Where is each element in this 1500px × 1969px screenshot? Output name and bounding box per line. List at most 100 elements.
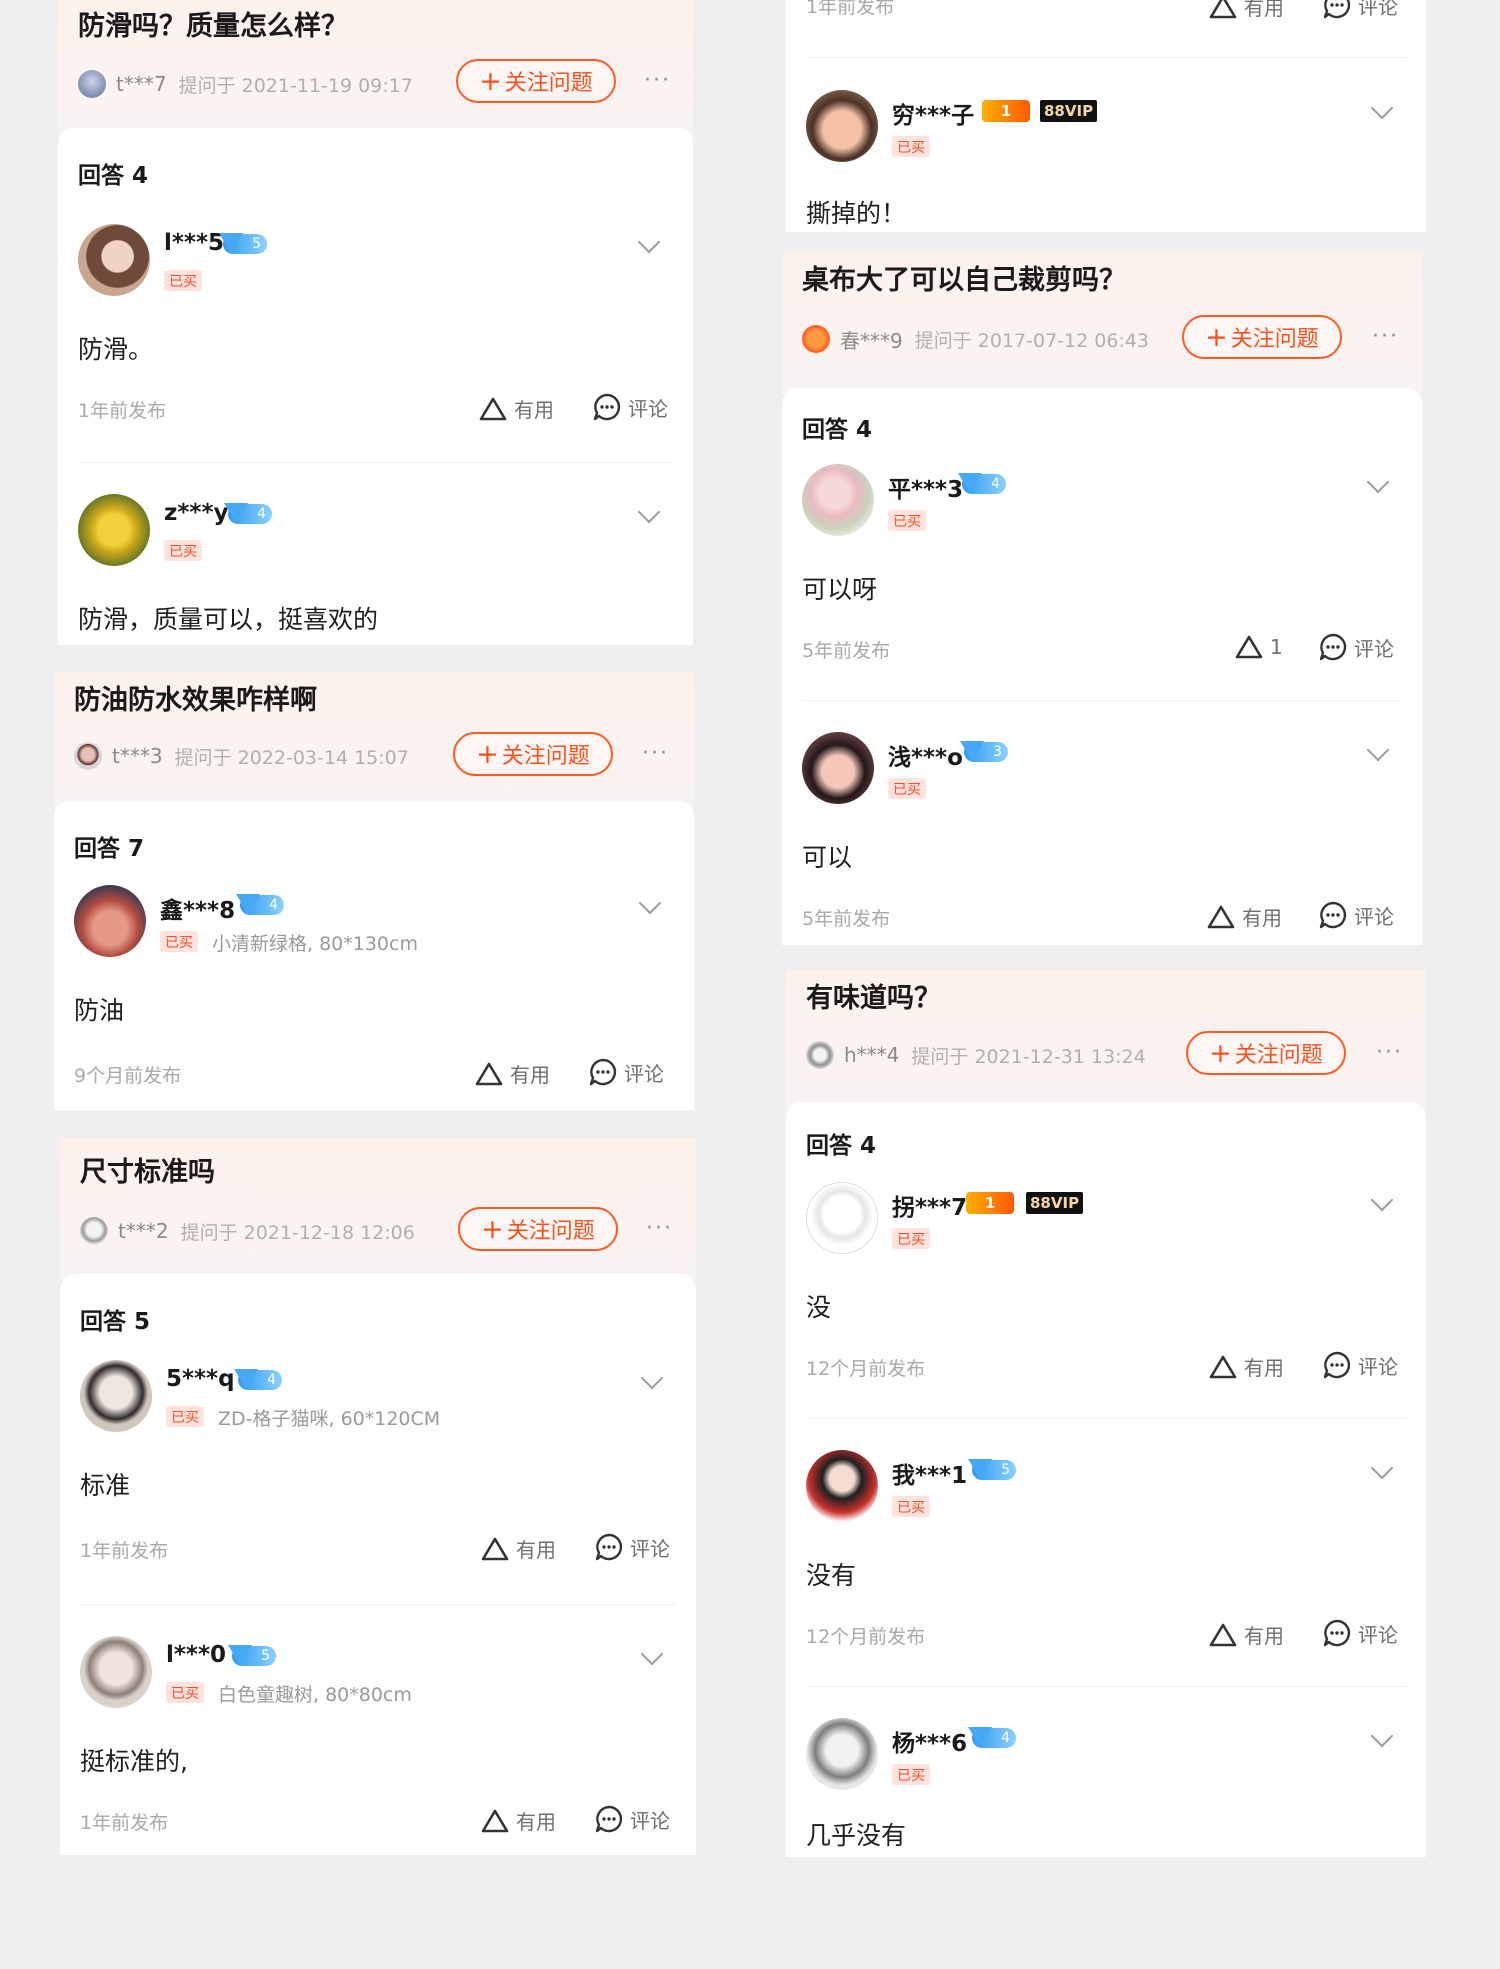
level-badge: 4 <box>234 1369 282 1390</box>
answer-item: l***0 5 已买 白色童趣树, 80*80cm 挺标准的, 1年前发布 有用… <box>60 1636 696 1836</box>
plus-icon: + <box>1209 1037 1232 1069</box>
comment-button[interactable]: 评论 <box>1318 900 1394 930</box>
answers-panel: 回答 4 l***5 5 已买 防滑。 1年前发布 有用 评论 z***y 4 … <box>58 128 693 645</box>
comment-button[interactable]: 评论 <box>592 392 668 422</box>
follow-question-button[interactable]: + 关注问题 <box>453 732 613 776</box>
user-avatar <box>806 90 878 162</box>
username: 平***3 <box>888 477 964 503</box>
chevron-down-icon[interactable] <box>1366 470 1390 494</box>
answer-count: 回答 5 <box>80 1309 151 1335</box>
more-icon[interactable]: ··· <box>1376 1040 1403 1065</box>
answer-time: 5年前发布 <box>802 908 891 930</box>
thumb-up-triangle-icon <box>480 1536 510 1562</box>
asker-avatar <box>806 1041 834 1069</box>
bought-badge: 已买 <box>892 136 930 157</box>
useful-button[interactable]: 有用 <box>478 394 554 423</box>
answer-text: 标准 <box>80 1471 131 1500</box>
asked-time: 提问于 2021-12-31 13:24 <box>911 1045 1146 1068</box>
username: l***5 <box>164 230 224 256</box>
chevron-down-icon[interactable] <box>640 1642 664 1666</box>
plus-icon: + <box>476 738 499 770</box>
question-meta: t***3 提问于 2022-03-14 15:07 <box>74 739 409 773</box>
useful-button[interactable]: 有用 <box>474 1059 550 1088</box>
comment-button[interactable]: 评论 <box>1322 1618 1398 1648</box>
answer-item: 鑫***8 4 已买 小清新绿格, 80*130cm 防油 9个月前发布 有用 … <box>54 885 694 1088</box>
follow-question-button[interactable]: + 关注问题 <box>456 59 616 103</box>
follow-question-button[interactable]: + 关注问题 <box>458 1207 618 1251</box>
chevron-down-icon[interactable] <box>637 230 661 254</box>
useful-button[interactable]: 有用 <box>1206 902 1282 931</box>
comment-bubble-icon <box>1322 1618 1352 1648</box>
user-avatar <box>78 494 150 566</box>
user-avatar <box>802 732 874 804</box>
chevron-down-icon[interactable] <box>1370 1724 1394 1748</box>
useful-button[interactable]: 有用 <box>1208 1620 1284 1649</box>
useful-button[interactable]: 有用 <box>480 1806 556 1835</box>
bought-badge: 已买 <box>888 510 926 531</box>
answer-text: 没有 <box>806 1561 857 1590</box>
user-avatar <box>806 1718 878 1790</box>
diamond-gem-icon <box>960 741 984 761</box>
question-card-right-0: 1年前发布 有用 评论 穷***子 1 88VIP 已买 撕掉的！ <box>786 0 1426 232</box>
bought-badge: 已买 <box>166 1682 204 1703</box>
chevron-down-icon[interactable] <box>638 891 662 915</box>
diamond-gem-icon <box>219 233 243 253</box>
answer-count: 回答 4 <box>78 163 149 189</box>
comment-button[interactable]: 评论 <box>594 1804 670 1834</box>
username: 鑫***8 <box>160 898 236 924</box>
question-header: 尺寸标准吗 t***2 提问于 2021-12-18 12:06 + 关注问题 ·… <box>60 1138 696 1280</box>
useful-button[interactable]: 有用 <box>480 1534 556 1563</box>
useful-button[interactable]: 有用 <box>1208 0 1284 21</box>
answer-text: 防油 <box>74 996 125 1025</box>
diamond-gem-icon <box>234 1369 258 1389</box>
purchased-spec: 小清新绿格, 80*130cm <box>212 933 418 955</box>
comment-button[interactable]: 评论 <box>1322 1350 1398 1380</box>
question-title: 尺寸标准吗 <box>80 1157 215 1188</box>
answer-item: l***5 5 已买 防滑。 1年前发布 有用 评论 <box>58 224 693 422</box>
follow-question-button[interactable]: + 关注问题 <box>1186 1031 1346 1075</box>
more-icon[interactable]: ··· <box>1372 324 1399 349</box>
comment-button[interactable]: 评论 <box>1318 632 1394 662</box>
username: 我***1 <box>892 1463 968 1489</box>
answer-time: 9个月前发布 <box>74 1065 182 1087</box>
chevron-down-icon[interactable] <box>637 500 661 524</box>
chevron-down-icon[interactable] <box>1370 96 1394 120</box>
more-icon[interactable]: ··· <box>642 741 669 766</box>
comment-button[interactable]: 评论 <box>594 1532 670 1562</box>
question-title: 桌布大了可以自己裁剪吗？ <box>802 265 1126 296</box>
answer-item: 浅***o 3 已买 可以 5年前发布 有用 评论 <box>782 732 1422 932</box>
chevron-down-icon[interactable] <box>640 1366 664 1390</box>
plus-icon: + <box>479 65 502 97</box>
asker-avatar <box>802 325 830 353</box>
thumb-up-triangle-icon <box>474 1061 504 1087</box>
more-icon[interactable]: ··· <box>646 1216 673 1241</box>
plus-icon: + <box>1205 321 1228 353</box>
useful-button[interactable]: 1 <box>1234 634 1283 660</box>
comment-bubble-icon <box>1322 0 1352 20</box>
user-avatar <box>80 1636 152 1708</box>
comment-button[interactable]: 评论 <box>588 1057 664 1087</box>
bought-badge: 已买 <box>164 540 202 561</box>
answer-item: 5***q 4 已买 ZD-格子猫咪, 60*120CM 标准 1年前发布 有用… <box>60 1360 696 1563</box>
comment-bubble-icon <box>594 1804 624 1834</box>
comment-bubble-icon <box>594 1532 624 1562</box>
diamond-gem-icon <box>236 894 260 914</box>
divider <box>78 462 673 463</box>
question-card-left-1: 防滑吗？质量怎么样？ t***7 提问于 2021-11-19 09:17 + 关… <box>58 0 693 645</box>
follow-question-button[interactable]: + 关注问题 <box>1182 315 1342 359</box>
chevron-down-icon[interactable] <box>1370 1188 1394 1212</box>
comment-button[interactable]: 评论 <box>1322 0 1398 20</box>
chevron-down-icon[interactable] <box>1366 738 1390 762</box>
chevron-down-icon[interactable] <box>1370 1456 1394 1480</box>
more-icon[interactable]: ··· <box>644 68 671 93</box>
bought-badge: 已买 <box>892 1764 930 1785</box>
username: l***0 <box>166 1642 226 1668</box>
answer-item: 我***1 5 已买 没有 12个月前发布 有用 评论 <box>786 1450 1426 1650</box>
thumb-up-triangle-icon <box>1234 634 1264 660</box>
asker-avatar <box>74 742 102 770</box>
answer-item: z***y 4 已买 防滑，质量可以，挺喜欢的 <box>58 494 693 634</box>
answer-text: 防滑。 <box>78 335 154 364</box>
comment-bubble-icon <box>1322 1350 1352 1380</box>
username: 杨***6 <box>892 1731 968 1757</box>
useful-button[interactable]: 有用 <box>1208 1352 1284 1381</box>
